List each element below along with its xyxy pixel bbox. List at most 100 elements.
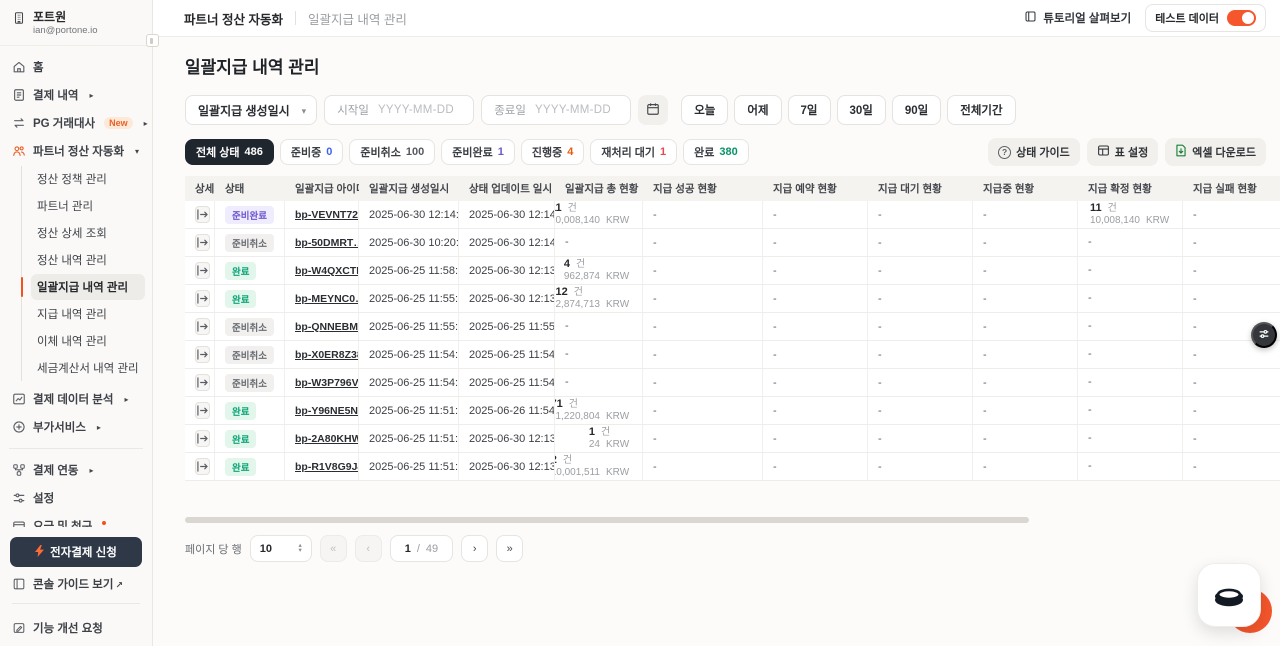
bulk-payout-id-link[interactable]: bp-Y96NE5N1 [295,405,359,417]
date-type-select[interactable]: 일괄지급 생성일시 [185,95,317,125]
console-guide-link[interactable]: 콘솔 가이드 보기 [10,567,142,592]
row-detail-button[interactable] [195,234,210,251]
sidebar-subitem[interactable]: 일괄지급 내역 관리 [31,274,145,300]
table-settings-button[interactable]: 표 설정 [1087,138,1158,166]
bulk-payout-id-link[interactable]: bp-X0ER8Z38 [295,349,359,361]
quick-range-button[interactable]: 90일 [892,95,941,125]
first-page-button[interactable] [320,535,347,562]
status-badge: 준비취소 [225,234,274,252]
bulk-payout-id-link[interactable]: bp-QNNEBM… [295,321,359,333]
status-filter-chip[interactable]: 준비취소 100 [349,139,435,165]
excel-download-button[interactable]: 엑셀 다운로드 [1165,138,1266,166]
sidebar-item-analytics[interactable]: 결제 데이터 분석 [7,385,145,413]
reserved-cell: - [763,341,868,368]
calendar-button[interactable] [638,95,668,125]
feature-request-link[interactable]: 기능 개선 요청 [10,611,142,636]
sidebar-item-payments[interactable]: 결제 내역 [7,81,145,109]
lightning-icon [35,545,44,560]
row-detail-button[interactable] [195,374,210,391]
status-filter-chip[interactable]: 재처리 대기 1 [590,139,677,165]
sidebar-subitem[interactable]: 이체 내역 관리 [31,328,145,354]
account-block[interactable]: 포트원 ian@portone.io [0,0,152,46]
bulk-payout-id-link[interactable]: bp-50DMRT… [295,237,359,249]
quick-range-button[interactable]: 어제 [734,95,781,125]
row-detail-button[interactable] [195,458,210,475]
table-row: 준비완료 bp-VEVNT72Y 2025-06-30 12:14:31 202… [185,201,1280,229]
row-detail-button[interactable] [195,318,210,335]
chip-label: 완료 [694,144,714,160]
chat-widget-button[interactable] [1197,563,1261,627]
sidebar-subitem[interactable]: 세금계산서 내역 관리 [31,355,145,381]
bulk-payout-id-link[interactable]: bp-MEYNC0… [295,293,359,305]
sidebar-subitem[interactable]: 정산 내역 관리 [31,247,145,273]
cta-label: 전자결제 신청 [50,544,117,560]
total-cell: 2건 10,001,511KRW [555,453,643,480]
status-filter-chip[interactable]: 진행중 4 [521,139,585,165]
bulk-payout-id-link[interactable]: bp-2A80KHWR [295,433,359,445]
bulk-payout-id-link[interactable]: bp-VEVNT72Y [295,209,359,221]
bulk-payout-id-link[interactable]: bp-R1V8G9J4 [295,461,359,473]
col-header-status: 상태 [215,181,285,196]
quick-range-button[interactable]: 전체기간 [947,95,1015,125]
status-filter-chip[interactable]: 완료 380 [683,139,749,165]
test-data-toggle[interactable] [1227,10,1256,26]
sidebar-item-home[interactable]: 홈 [7,53,145,81]
created-at-cell: 2025-06-25 11:51:10 [359,453,459,480]
sidebar-subitem[interactable]: 정산 상세 조회 [31,220,145,246]
e-payment-apply-button[interactable]: 전자결제 신청 [10,537,142,567]
row-detail-button[interactable] [195,206,210,223]
sidebar-item-integration[interactable]: 결제 연동 [7,456,145,484]
status-filter-chip[interactable]: 준비완료 1 [441,139,515,165]
status-chip-group: 전체 상태 486 준비중 0 준비취소 100 [185,139,749,165]
sidebar-item-settings[interactable]: 설정 [7,484,145,512]
row-detail-button[interactable] [195,346,210,363]
status-filter-chip[interactable]: 전체 상태 486 [185,139,274,165]
row-detail-button[interactable] [195,430,210,447]
reserved-cell: - [763,257,868,284]
quick-range-button[interactable]: 7일 [788,95,831,125]
row-detail-button[interactable] [195,290,210,307]
sidebar-subitem[interactable]: 지급 내역 관리 [31,301,145,327]
row-detail-button[interactable] [195,402,210,419]
quick-range-button[interactable]: 오늘 [681,95,728,125]
chevron-right-icon [90,89,94,101]
success-cell: - [643,229,763,256]
success-cell: - [643,425,763,452]
document-list-icon [12,88,26,102]
end-date-input[interactable]: 종료일 YYYY-MM-DD [481,95,631,125]
status-guide-button[interactable]: 상태 가이드 [988,138,1080,166]
col-header-waiting: 지급 대기 현황 [868,181,973,196]
quick-range-button[interactable]: 30일 [837,95,886,125]
feedback-widget-button[interactable] [1251,322,1277,348]
chip-count: 0 [326,146,332,158]
sidebar-collapse-button[interactable] [146,34,159,47]
sidebar-item-billing[interactable]: 요금 및 청구 [7,512,145,527]
status-filter-chip[interactable]: 준비중 0 [280,139,344,165]
waiting-cell: - [868,453,973,480]
status-badge: 완료 [225,290,256,308]
sidebar-item-pg-reconciliation[interactable]: PG 거래대사 New [7,109,145,137]
rows-per-page-select[interactable]: 10 [250,535,312,562]
tutorial-link[interactable]: 튜토리얼 살펴보기 [1024,10,1131,26]
reserved-cell: - [763,425,868,452]
chevron-down-icon [135,145,139,157]
sidebar-item-partner-settlement[interactable]: 파트너 정산 자동화 [7,137,145,165]
waiting-cell: - [868,313,973,340]
sidebar-item-label: 결제 연동 [33,462,79,478]
prev-page-button[interactable] [355,535,382,562]
horizontal-scrollbar-thumb[interactable] [185,517,1029,523]
tutorial-book-icon [1024,10,1037,26]
bulk-payout-id-link[interactable]: bp-W3P796V0 [295,377,359,389]
waiting-cell: - [868,397,973,424]
bulk-payout-id-link[interactable]: bp-W4QXCTP8 [295,265,359,277]
confirmed-cell: - [1078,425,1183,452]
row-detail-button[interactable] [195,262,210,279]
sidebar-item-addons[interactable]: 부가서비스 [7,413,145,441]
sidebar-subitem[interactable]: 파트너 관리 [31,193,145,219]
last-page-button[interactable] [496,535,523,562]
next-page-button[interactable] [461,535,488,562]
plus-circle-icon [12,420,26,434]
sidebar-subitem[interactable]: 정산 정책 관리 [31,166,145,192]
table-scroll-container[interactable]: 상세 상태 일괄지급 아이디 일괄지급 생성일시 상태 업데이트 일시 일괄지급… [185,176,1280,481]
start-date-input[interactable]: 시작일 YYYY-MM-DD [324,95,474,125]
